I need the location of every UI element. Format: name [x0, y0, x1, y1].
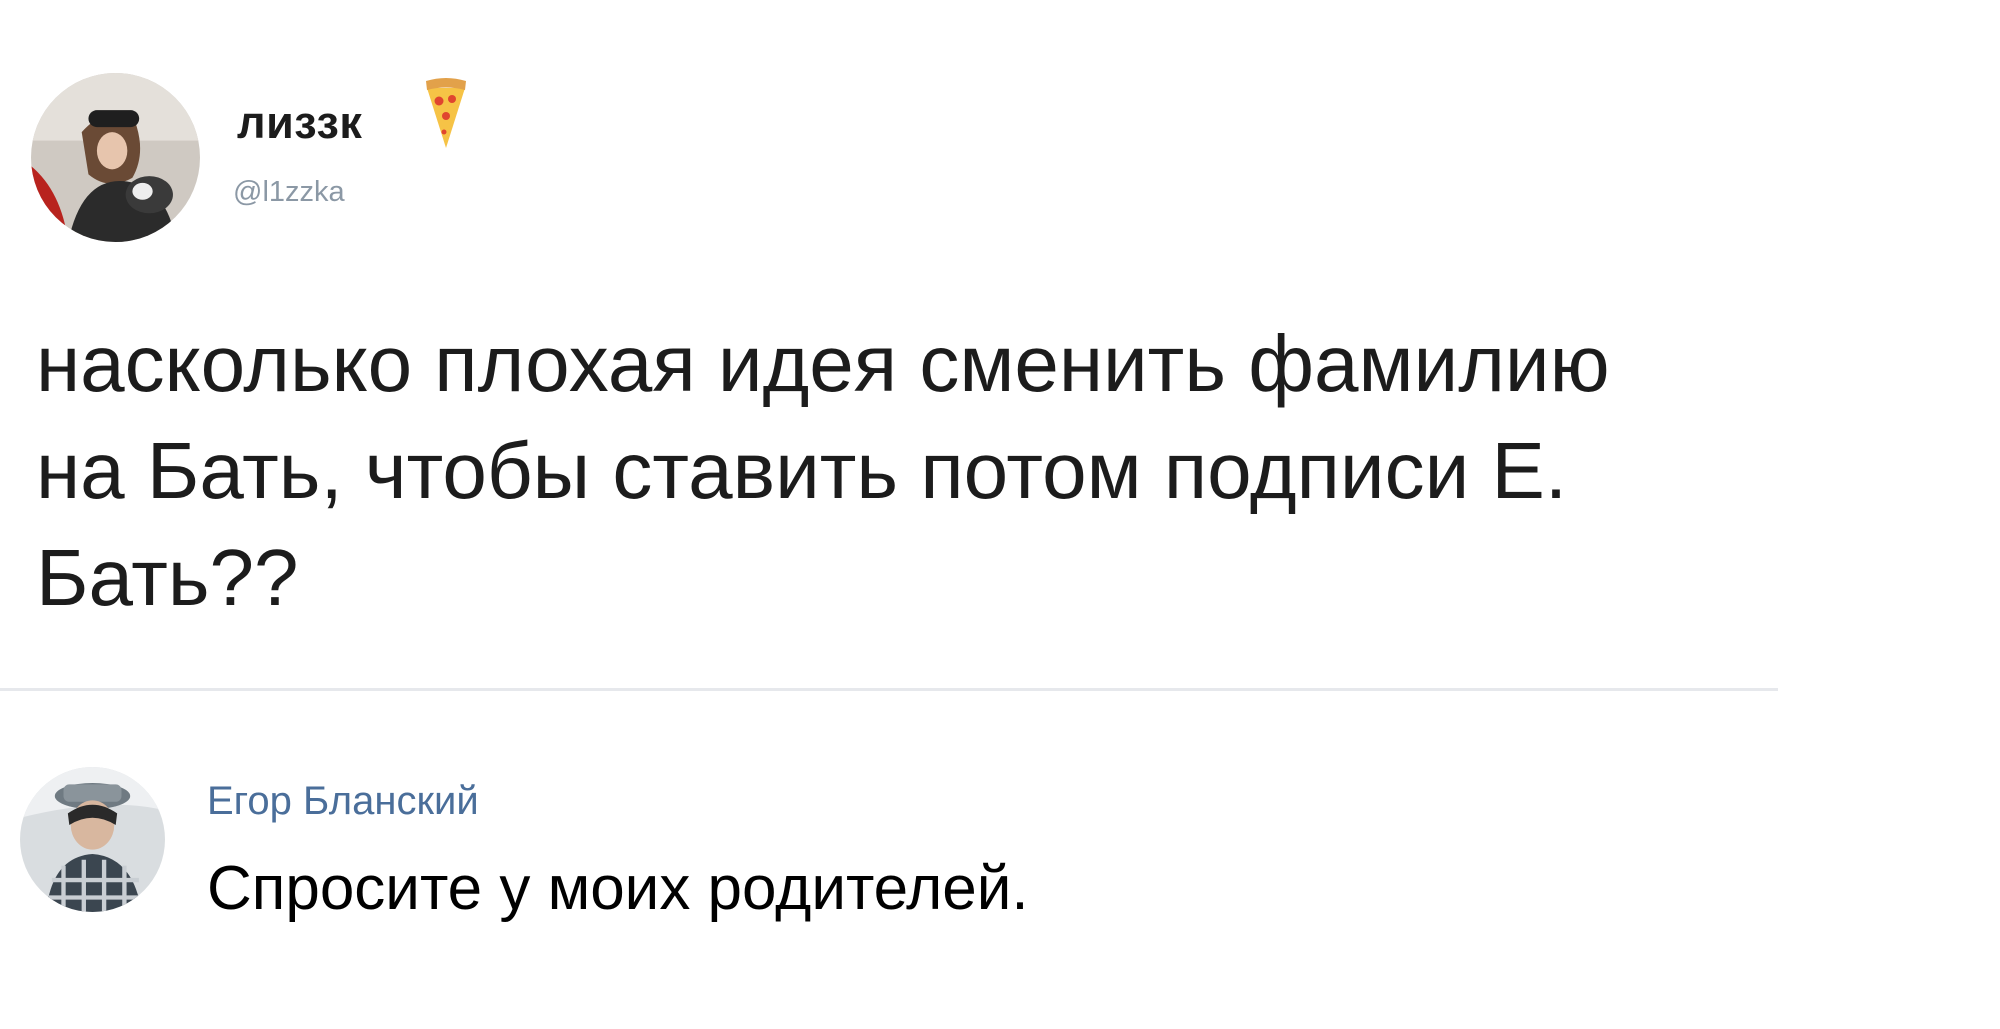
- tweet-avatar-image: [31, 73, 200, 242]
- commenter-avatar-image: [20, 767, 165, 912]
- tweet-text: насколько плохая идея сменить фамилию на…: [36, 310, 1916, 631]
- commenter-avatar[interactable]: [20, 767, 165, 912]
- divider: [0, 688, 1778, 691]
- tweet-text-line: Бать??: [36, 533, 299, 622]
- tweet-author-name[interactable]: лиззк: [237, 100, 362, 145]
- tweet-text-line: насколько плохая идея сменить фамилию: [36, 319, 1610, 408]
- tweet-text-line: на Бать, чтобы ставить потом подписи Е.: [36, 426, 1568, 515]
- tweet-author-avatar[interactable]: [31, 73, 200, 242]
- tweet-author-handle[interactable]: @l1zzka: [233, 178, 345, 207]
- comment-text: Спросите у моих родителей.: [207, 854, 1029, 923]
- pizza-icon: [426, 78, 466, 148]
- commenter-name[interactable]: Егор Бланский: [207, 781, 479, 821]
